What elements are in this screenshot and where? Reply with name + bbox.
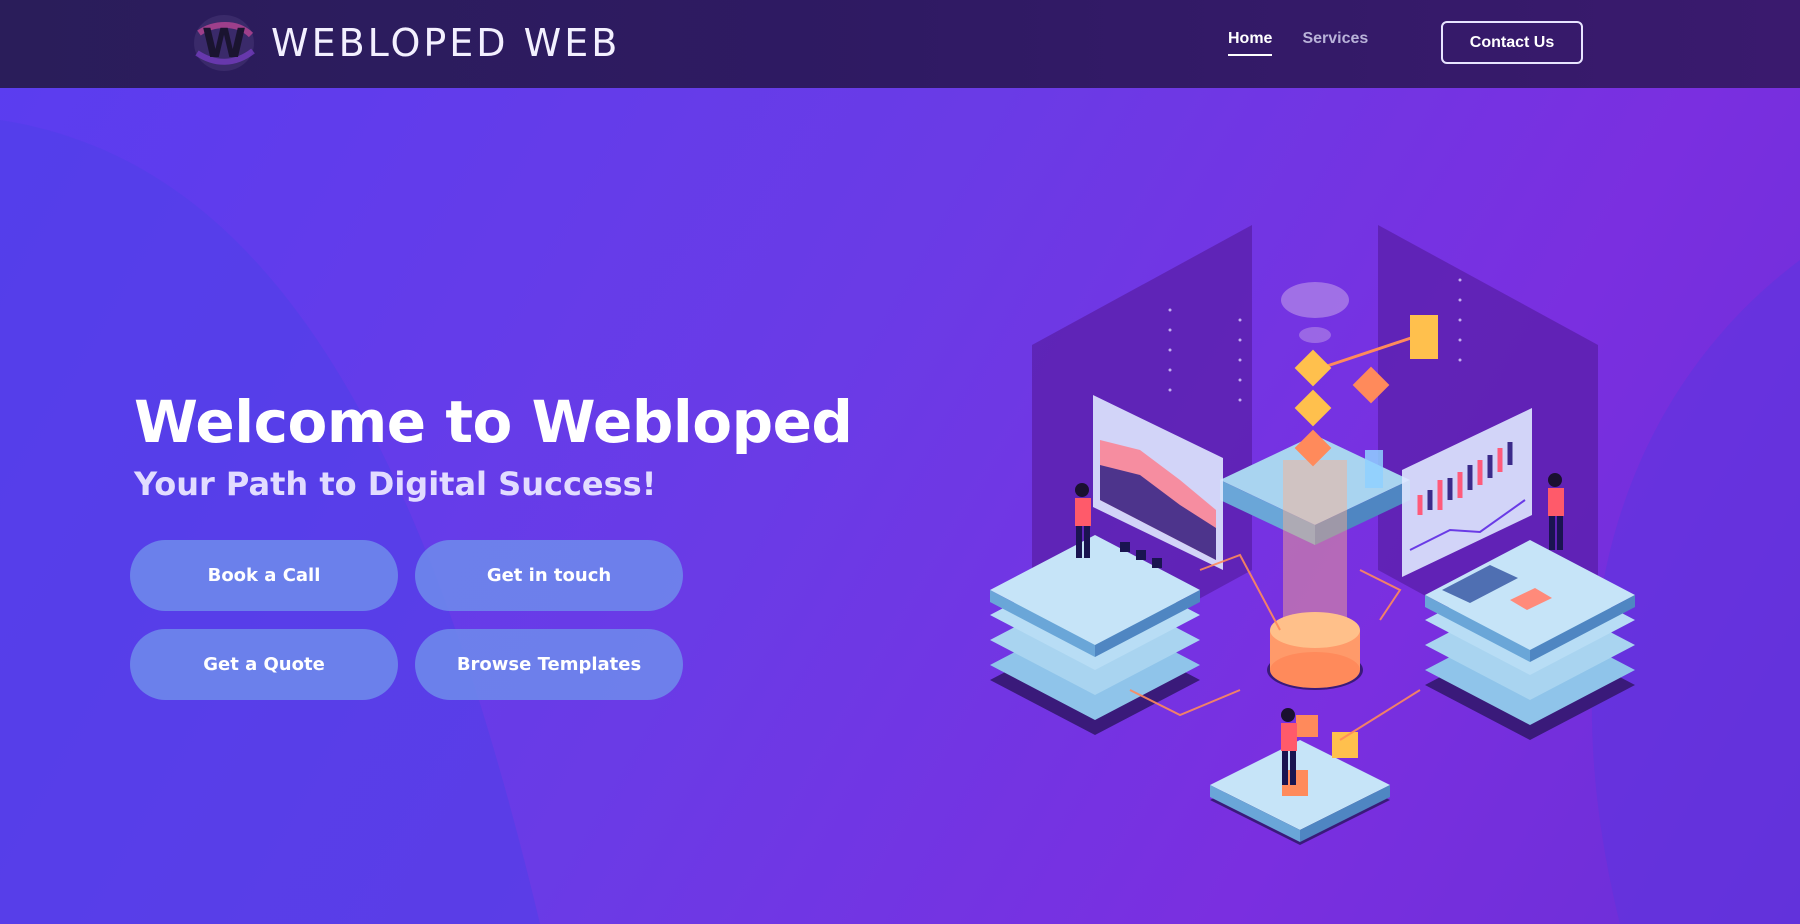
nav-services-link[interactable]: Services (1302, 30, 1368, 56)
brand-logo[interactable]: W WEBLOPED WEB (193, 13, 620, 73)
browse-templates-button[interactable]: Browse Templates (415, 629, 683, 700)
top-navbar: W WEBLOPED WEB Home Services Contact Us (0, 0, 1800, 88)
cube-dark-1 (1120, 542, 1130, 552)
cube-dark-2 (1136, 550, 1146, 560)
svg-text:W: W (202, 21, 246, 67)
floating-oval-small (1299, 327, 1331, 343)
book-call-button[interactable]: Book a Call (130, 540, 398, 611)
brand-name: WEBLOPED WEB (271, 21, 621, 65)
main-nav: Home Services (1228, 30, 1368, 56)
cube-dark-3 (1152, 558, 1162, 568)
isometric-data-illustration (990, 225, 1635, 845)
hero-subtitle: Your Path to Digital Success! (134, 465, 657, 503)
orange-cylinder (1267, 612, 1363, 690)
get-in-touch-button[interactable]: Get in touch (415, 540, 683, 611)
brand-w-logo-icon: W (194, 15, 255, 71)
light-beam (1283, 460, 1347, 630)
bottom-platform (1210, 715, 1390, 845)
small-blue-bar (1365, 450, 1383, 488)
hero-title: Welcome to Webloped (134, 388, 853, 456)
contact-us-button[interactable]: Contact Us (1441, 21, 1583, 64)
floating-oval-large (1281, 282, 1349, 318)
get-quote-button[interactable]: Get a Quote (130, 629, 398, 700)
nav-home-link[interactable]: Home (1228, 30, 1273, 56)
